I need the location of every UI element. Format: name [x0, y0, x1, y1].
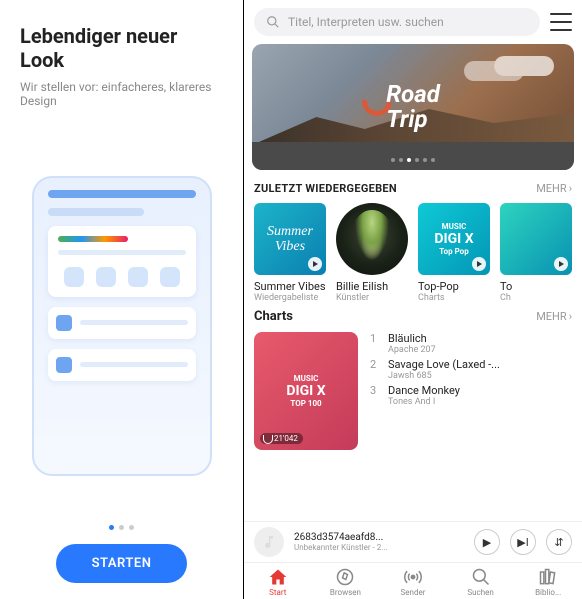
start-button[interactable]: STARTEN	[56, 544, 188, 583]
mini-player[interactable]: 2683d3574aeafd8...Unbekannter Künstler -…	[244, 521, 582, 562]
next-button[interactable]: ▶I	[510, 529, 536, 555]
play-button[interactable]: ▶	[474, 529, 500, 555]
charts-card[interactable]: MUSICDIGI XTOP 100 21'042	[254, 332, 358, 450]
track-row[interactable]: 3Dance MonkeyTones And I	[370, 384, 572, 407]
page-dots	[20, 525, 223, 530]
track-row[interactable]: 1BläulichApache 207	[370, 332, 572, 355]
recent-heading: ZULETZT WIEDERGEGEBEN	[254, 182, 397, 195]
chevron-right-icon: ›	[569, 310, 572, 323]
recent-more[interactable]: MEHR›	[536, 182, 572, 195]
onboarding-subtitle: Wir stellen vor: einfacheres, klareres D…	[20, 80, 223, 108]
featured-banner[interactable]: RoadTrip	[252, 44, 574, 170]
recent-item-4[interactable]: To Ch	[500, 203, 572, 303]
charts-heading: Charts	[254, 309, 293, 324]
nav-library[interactable]: Biblio...	[514, 567, 582, 597]
chart-tracks: 1BläulichApache 207 2Savage Love (Laxed …	[370, 332, 572, 450]
nav-browse[interactable]: Browsen	[312, 567, 380, 597]
play-icon[interactable]	[308, 257, 322, 271]
banner-dots	[252, 158, 574, 162]
queue-button[interactable]: ⇵	[546, 529, 572, 555]
nav-sender[interactable]: Sender	[379, 567, 447, 597]
onboarding-panel: Lebendiger neuer Look Wir stellen vor: e…	[0, 0, 243, 599]
bottom-nav: Start Browsen Sender Suchen Biblio...	[244, 562, 582, 599]
chevron-right-icon: ›	[569, 182, 572, 195]
music-app: Titel, Interpreten usw. suchen RoadTrip …	[243, 0, 582, 599]
play-icon[interactable]	[472, 257, 486, 271]
recent-item-summer[interactable]: SummerVibes Summer Vibes Wiedergabeliste	[254, 203, 326, 303]
menu-icon[interactable]	[550, 13, 572, 31]
play-icon[interactable]	[554, 257, 568, 271]
track-row[interactable]: 2Savage Love (Laxed -...Jawsh 685	[370, 358, 572, 381]
search-icon	[266, 15, 280, 29]
charts-more[interactable]: MEHR›	[536, 310, 572, 323]
search-placeholder: Titel, Interpreten usw. suchen	[288, 15, 444, 29]
phone-mockup	[20, 132, 223, 519]
duration-badge: 21'042	[260, 433, 303, 444]
player-artist: Unbekannter Künstler - 2...	[294, 543, 464, 552]
onboarding-title: Lebendiger neuer Look	[20, 24, 223, 72]
nav-search[interactable]: Suchen	[447, 567, 515, 597]
recent-item-billie[interactable]: Billie Eilish Künstler	[336, 203, 408, 303]
nav-start[interactable]: Start	[244, 567, 312, 597]
recent-item-toppop[interactable]: MUSICDIGI XTop Pop Top-Pop Charts	[418, 203, 490, 303]
search-input[interactable]: Titel, Interpreten usw. suchen	[254, 8, 540, 36]
album-art-icon	[254, 527, 284, 557]
player-title: 2683d3574aeafd8...	[294, 532, 464, 543]
